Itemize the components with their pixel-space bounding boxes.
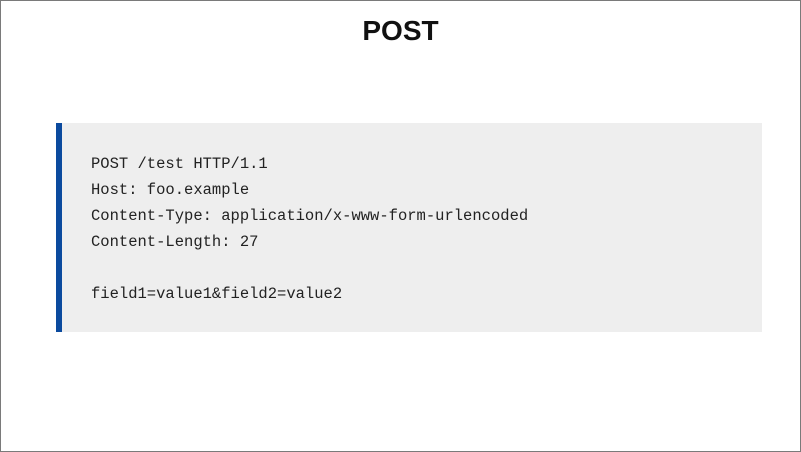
slide-title: POST <box>362 15 439 46</box>
code-block: POST /test HTTP/1.1 Host: foo.example Co… <box>56 123 762 332</box>
code-line-request: POST /test HTTP/1.1 <box>91 155 268 173</box>
slide: POST POST /test HTTP/1.1 Host: foo.examp… <box>0 0 801 452</box>
code-line-host: Host: foo.example <box>91 181 250 199</box>
http-request-code: POST /test HTTP/1.1 Host: foo.example Co… <box>91 151 528 307</box>
code-line-content-type: Content-Type: application/x-www-form-url… <box>91 207 529 225</box>
code-line-content-length: Content-Length: 27 <box>91 233 259 251</box>
code-line-body: field1=value1&field2=value2 <box>91 285 343 303</box>
